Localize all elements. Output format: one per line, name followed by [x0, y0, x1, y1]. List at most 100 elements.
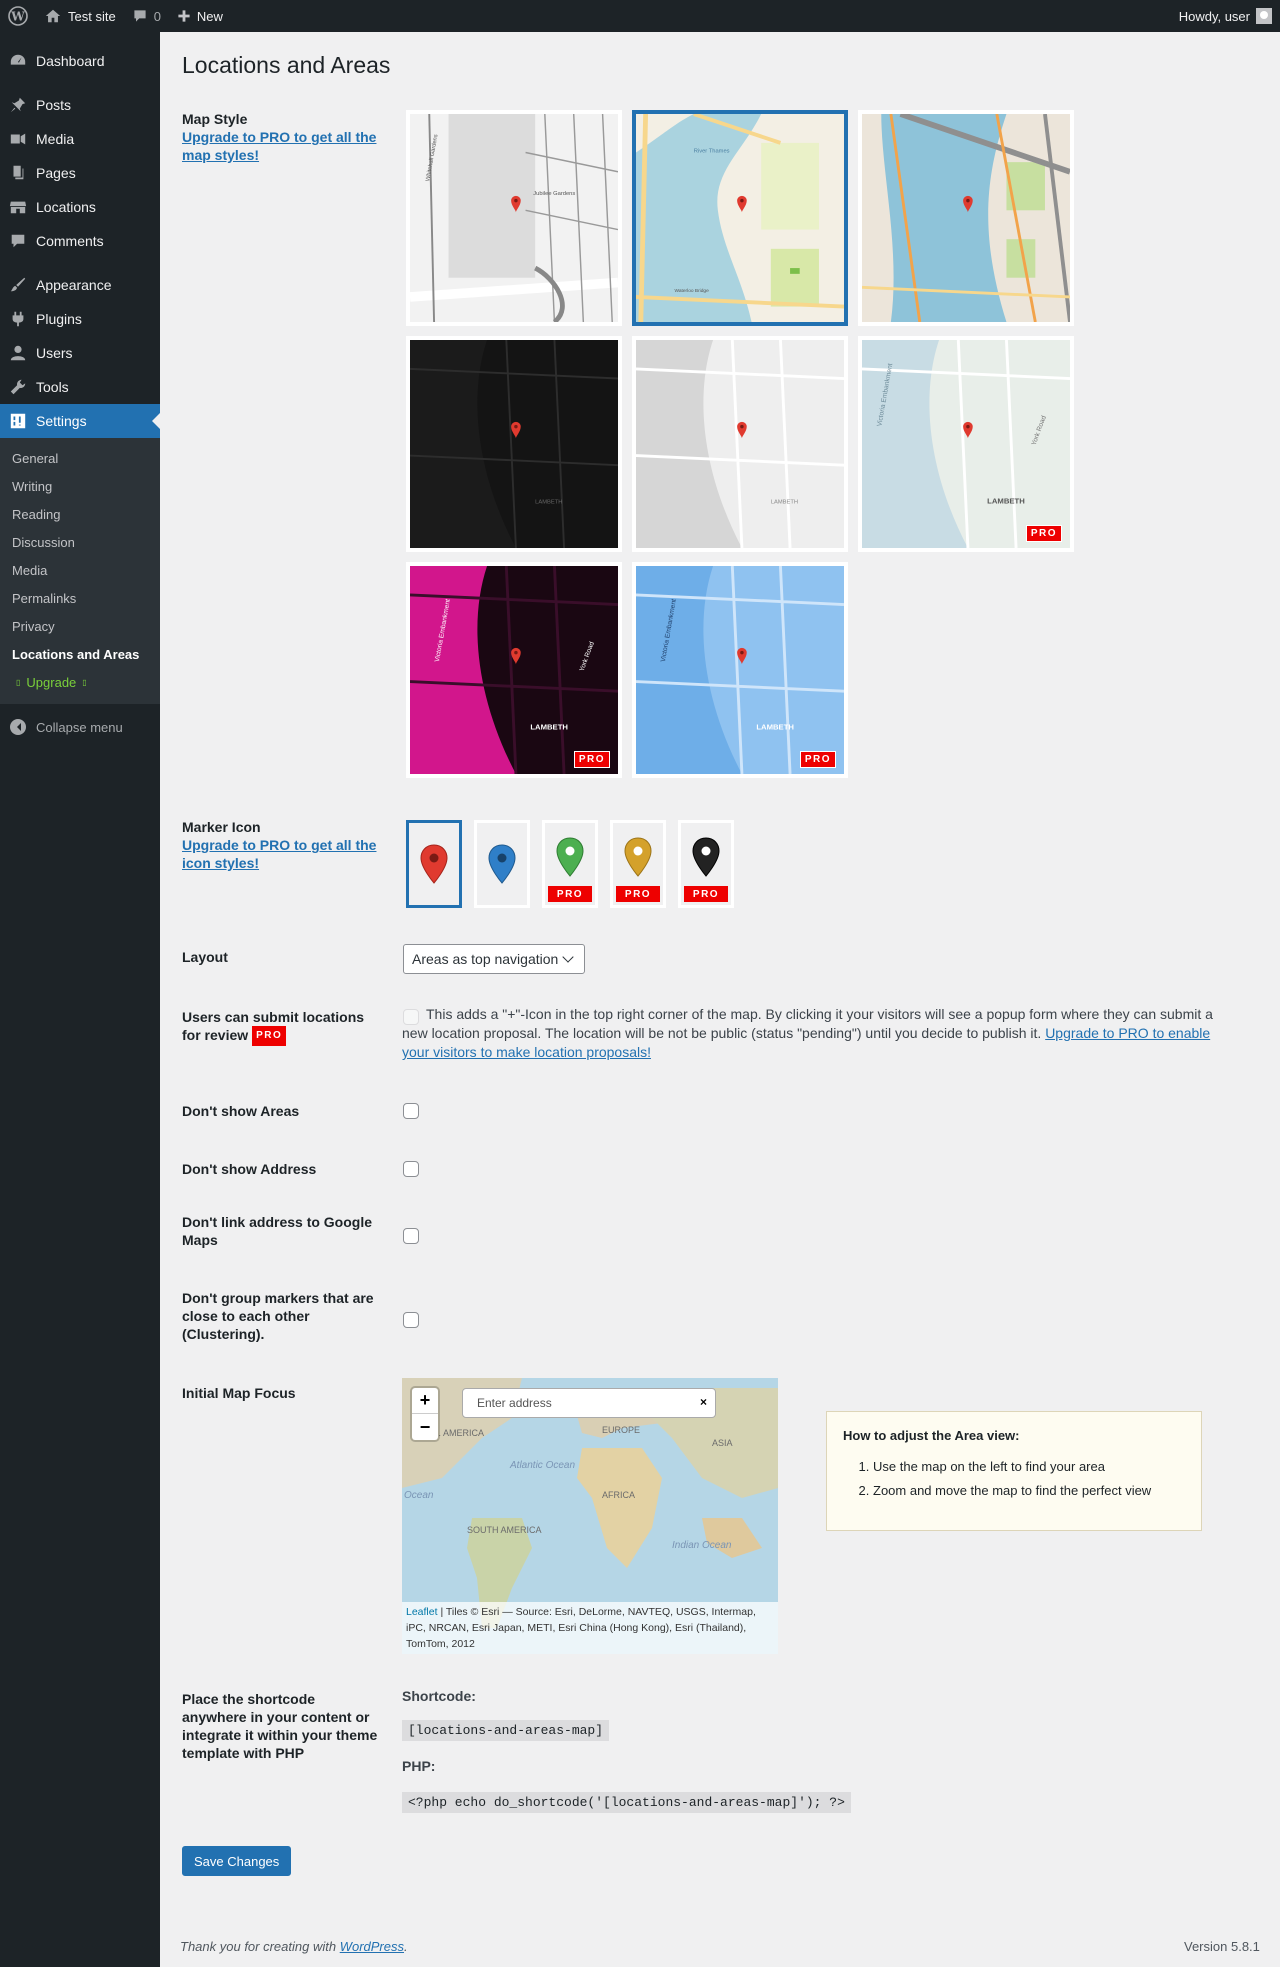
sidebar-item-media[interactable]: Media [0, 122, 160, 156]
sidebar-item-dashboard[interactable]: Dashboard [0, 44, 160, 78]
my-account-link[interactable]: Howdy, user [1171, 0, 1280, 32]
wordpress-link[interactable]: WordPress [340, 1939, 404, 1954]
leaflet-link[interactable]: Leaflet [406, 1606, 438, 1618]
submenu-locations-and-areas[interactable]: Locations and Areas [0, 640, 160, 668]
zoom-in-button[interactable]: + [412, 1388, 438, 1414]
site-name: Test site [68, 8, 116, 24]
submenu-general[interactable]: General [0, 444, 160, 472]
no-google-link-label: Don't link address to Google Maps [182, 1214, 373, 1248]
marker-option-black[interactable]: PRO [678, 820, 734, 908]
hide-areas-checkbox[interactable] [403, 1103, 419, 1119]
map-search-placeholder: Enter address [477, 1396, 552, 1410]
map-style-label: Map Style Upgrade to PRO to get all the … [182, 110, 382, 164]
map-label: SOUTH AMERICA [467, 1525, 542, 1535]
marker-option-red[interactable] [406, 820, 462, 908]
marker-option-green[interactable]: PRO [542, 820, 598, 908]
no-google-link-checkbox[interactable] [403, 1228, 419, 1244]
sidebar-item-posts[interactable]: Posts [0, 88, 160, 122]
star-icon: ▯ [82, 677, 87, 687]
submenu-upgrade[interactable]: ▯ Upgrade ▯ [0, 668, 160, 696]
map-address-search[interactable]: Enter address × [462, 1388, 716, 1418]
sidebar-item-comments[interactable]: Comments [0, 224, 160, 258]
dashboard-icon [8, 51, 28, 71]
shortcode-title: Shortcode: [402, 1688, 476, 1704]
media-icon [8, 129, 28, 149]
sidebar-item-settings[interactable]: Settings [0, 404, 160, 438]
sidebar-item-users[interactable]: Users [0, 336, 160, 370]
map-focus-map[interactable]: N. AMERICA EUROPE ASIA Atlantic Ocean AF… [402, 1378, 778, 1654]
layout-select[interactable]: Areas as top navigation [403, 944, 585, 974]
save-changes-button[interactable]: Save Changes [182, 1846, 292, 1876]
map-label: Indian Ocean [672, 1540, 732, 1551]
pages-icon [8, 163, 28, 183]
map-label: Atlantic Ocean [509, 1460, 575, 1471]
comments-link[interactable]: 0 [124, 0, 169, 32]
submenu-writing[interactable]: Writing [0, 472, 160, 500]
php-value[interactable]: <?php echo do_shortcode('[locations-and-… [402, 1792, 851, 1813]
map-style-tile-dark[interactable]: LAMBETH [406, 336, 622, 552]
marker-option-gold[interactable]: PRO [610, 820, 666, 908]
map-style-tile-detailed[interactable] [858, 110, 1074, 326]
footer-version: Version 5.8.1 [1184, 1939, 1260, 1954]
new-content-link[interactable]: New [169, 0, 231, 32]
zoom-out-button[interactable]: − [412, 1414, 438, 1440]
new-label: New [196, 8, 223, 24]
comments-count: 0 [153, 8, 161, 24]
wordpress-logo-icon[interactable]: W [0, 0, 36, 32]
submenu-media[interactable]: Media [0, 556, 160, 584]
marker-option-blue[interactable] [474, 820, 530, 908]
pro-badge: PRO [684, 886, 728, 902]
map-label: LAMBETH [987, 497, 1025, 506]
map-style-upgrade-link[interactable]: Upgrade to PRO to get all the map styles… [182, 128, 382, 164]
sidebar-item-label: Tools [36, 379, 69, 395]
page-title: Locations and Areas [182, 52, 391, 78]
hide-areas-label: Don't show Areas [182, 1103, 300, 1119]
submenu-permalinks[interactable]: Permalinks [0, 584, 160, 612]
sidebar-item-appearance[interactable]: Appearance [0, 268, 160, 302]
sidebar-item-label: Comments [36, 233, 104, 249]
php-title: PHP: [402, 1758, 436, 1774]
pro-badge: PRO [1025, 525, 1062, 542]
sidebar-item-plugins[interactable]: Plugins [0, 302, 160, 336]
plus-icon [178, 10, 190, 22]
no-cluster-checkbox[interactable] [403, 1312, 419, 1328]
map-style-tile-magenta[interactable]: Victoria Embankment York Road LAMBETH PR… [406, 562, 622, 778]
submit-locations-label: Users can submit locations for review PRO [182, 1008, 372, 1047]
help-step: Zoom and move the map to find the perfec… [873, 1479, 1185, 1503]
submenu-reading[interactable]: Reading [0, 500, 160, 528]
admin-bar: W Test site 0 New Howdy, user [0, 0, 1280, 32]
map-style-tile-light-gray[interactable]: LAMBETH [632, 336, 848, 552]
map-label: River Thames [694, 149, 730, 155]
pro-badge: PRO [616, 886, 660, 902]
sidebar-item-locations[interactable]: Locations [0, 190, 160, 224]
hide-address-checkbox[interactable] [403, 1161, 419, 1177]
shortcode-value[interactable]: [locations-and-areas-map] [402, 1720, 610, 1741]
user-icon [8, 343, 28, 363]
admin-sidebar: Dashboard Posts Media Pages Locations Co… [0, 32, 160, 1967]
footer-period: . [404, 1939, 408, 1954]
map-label: LAMBETH [535, 500, 562, 506]
help-step: Use the map on the left to find your are… [873, 1455, 1185, 1479]
map-label: Waterloo Bridge [675, 288, 710, 294]
collapse-menu-button[interactable]: Collapse menu [0, 710, 160, 744]
map-style-tile-pastel[interactable]: Victoria Embankment York Road LAMBETH PR… [858, 336, 1074, 552]
close-icon[interactable]: × [700, 1395, 707, 1409]
map-label: AFRICA [602, 1490, 635, 1500]
map-style-tile-grayscale[interactable]: Whitehall Gardens Jubilee Gardens [406, 110, 622, 326]
settings-submenu: General Writing Reading Discussion Media… [0, 438, 160, 704]
submenu-discussion[interactable]: Discussion [0, 528, 160, 556]
submenu-privacy[interactable]: Privacy [0, 612, 160, 640]
marker-icon-title: Marker Icon [182, 819, 261, 835]
marker-icon-upgrade-link[interactable]: Upgrade to PRO to get all the icon style… [182, 836, 382, 872]
upgrade-label: Upgrade [26, 674, 77, 690]
map-style-tile-standard[interactable]: River Thames Waterloo Bridge [632, 110, 848, 326]
map-marker-icon [420, 844, 448, 884]
area-view-help-box: How to adjust the Area view: Use the map… [826, 1411, 1202, 1531]
map-style-tile-blueprint[interactable]: Victoria Embankment LAMBETH PRO [632, 562, 848, 778]
map-marker-icon [488, 844, 516, 884]
map-label: EUROPE [602, 1425, 640, 1435]
help-steps: Use the map on the left to find your are… [843, 1455, 1185, 1503]
sidebar-item-pages[interactable]: Pages [0, 156, 160, 190]
sidebar-item-tools[interactable]: Tools [0, 370, 160, 404]
site-name-link[interactable]: Test site [36, 0, 124, 32]
